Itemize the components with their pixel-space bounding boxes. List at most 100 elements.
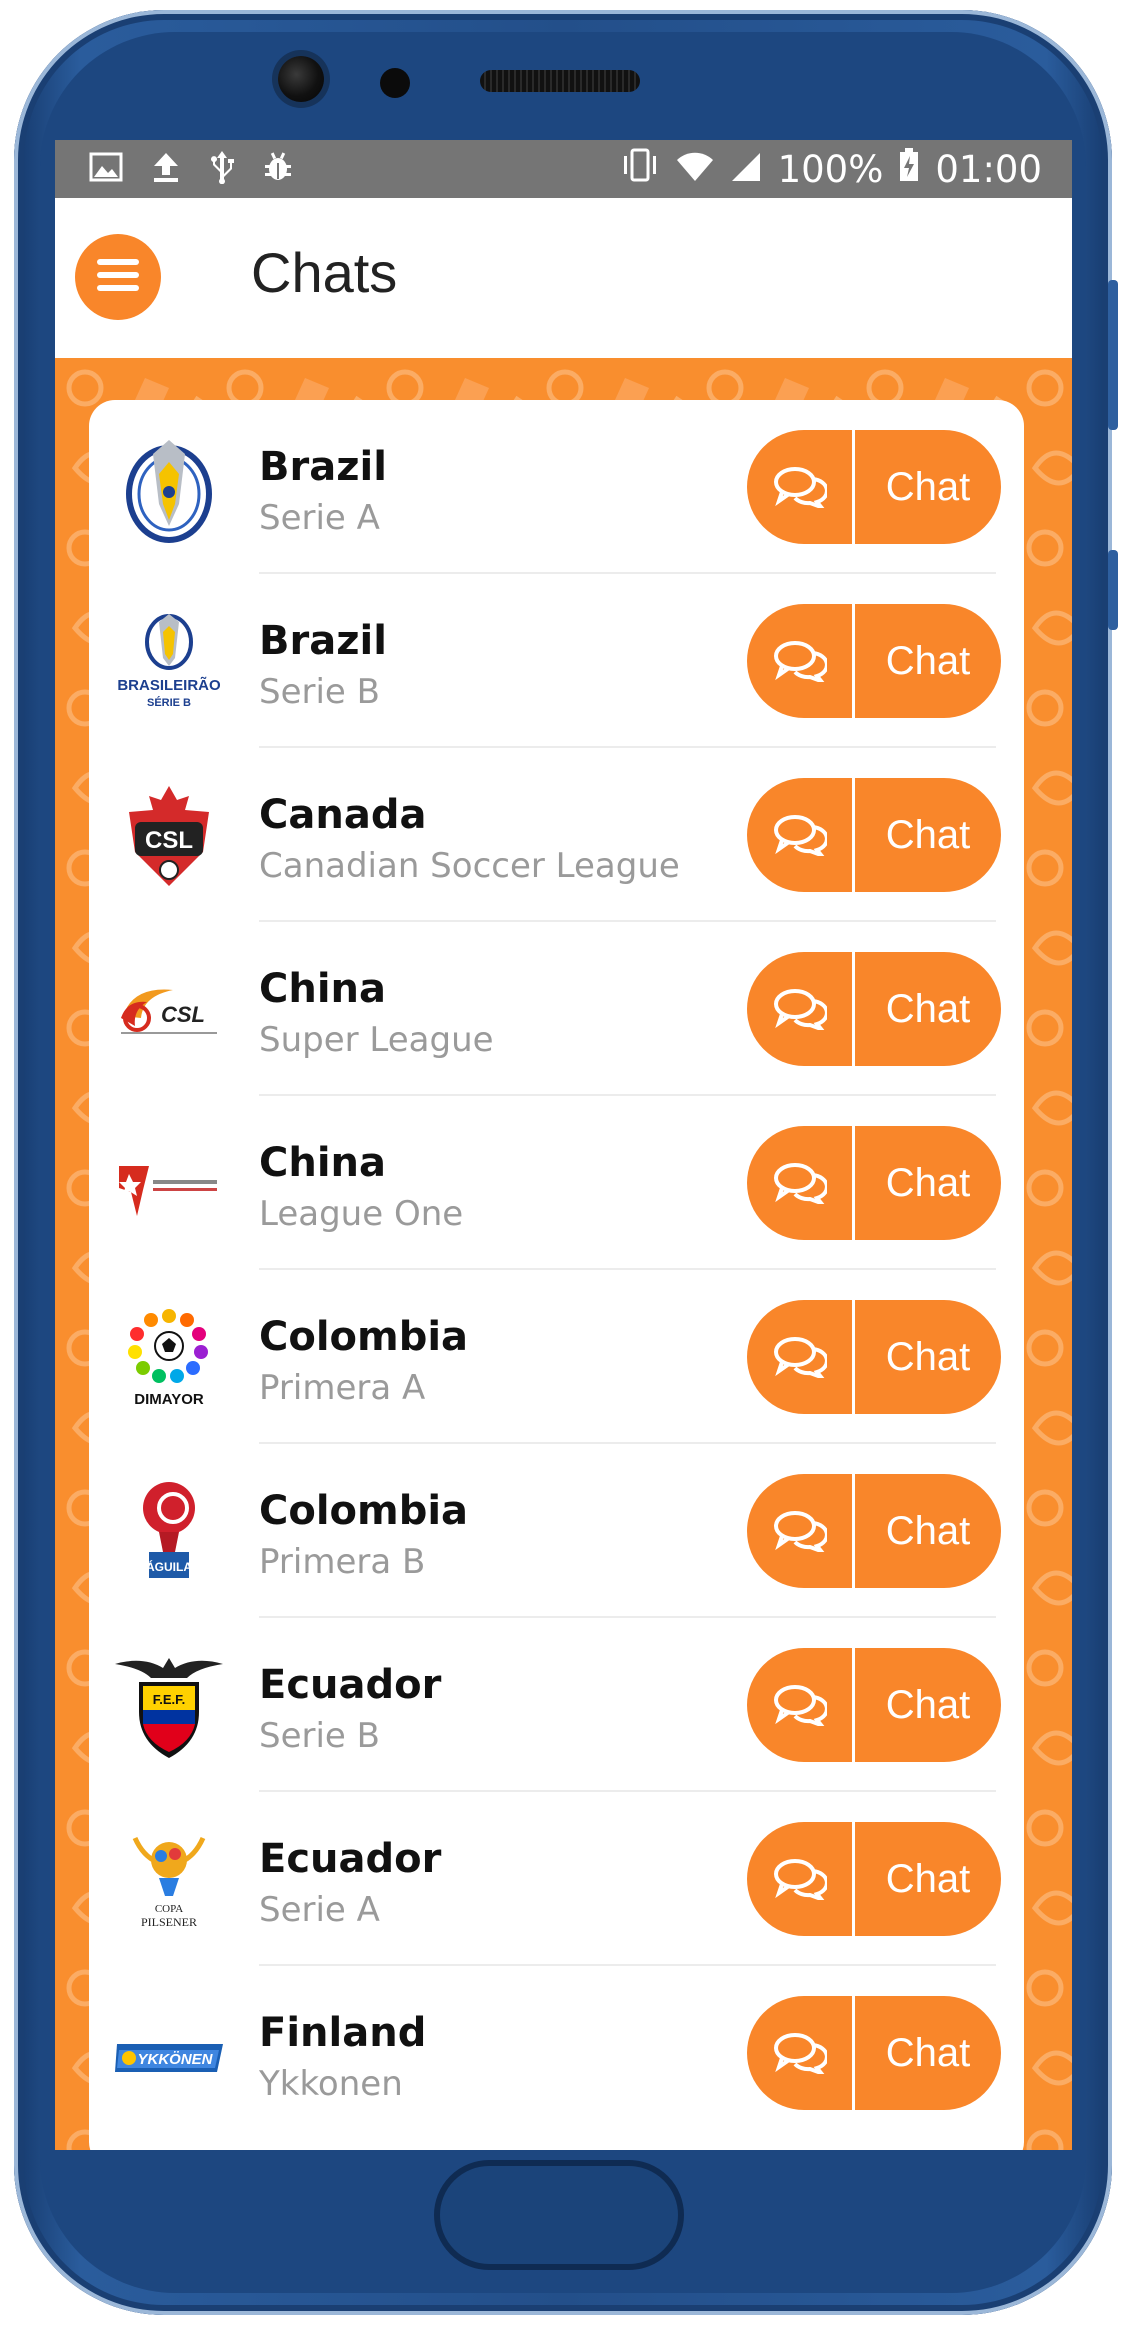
android-debug-icon: [263, 151, 293, 187]
wifi-icon: [676, 148, 714, 191]
chat-button[interactable]: Chat: [747, 430, 1001, 544]
league-name: League One: [259, 1194, 464, 1234]
image-icon: [89, 152, 123, 186]
list-item[interactable]: Brazil Serie A Chat: [89, 400, 1024, 574]
chat-button-label: Chat: [885, 1160, 971, 1205]
logo-subtext: SÉRIE B: [147, 696, 191, 709]
chat-button-label: Chat: [885, 812, 971, 857]
chat-button[interactable]: Chat: [747, 1822, 1001, 1936]
screen: 100% 01:00 Chats Brazil Serie A Chat BRA…: [55, 140, 1072, 2150]
chat-button[interactable]: Chat: [747, 604, 1001, 718]
list-item[interactable]: F.E.F. Ecuador Serie B Chat: [89, 1618, 1024, 1792]
csl-canada-logo: CSL: [129, 786, 209, 886]
league-name: Canadian Soccer League: [259, 846, 680, 886]
svg-text:PILSENER: PILSENER: [141, 1915, 197, 1929]
logo-text: CSL: [145, 827, 193, 854]
fef-ecuador-logo: F.E.F.: [115, 1658, 223, 1758]
chat-button-label: Chat: [885, 1856, 971, 1901]
chat-bubbles-icon: [747, 1300, 855, 1414]
list-item[interactable]: COPA PILSENER Ecuador Serie A Chat: [89, 1792, 1024, 1966]
brasileirao-serie-a-logo: [126, 440, 212, 543]
chat-button-label: Chat: [885, 1334, 971, 1379]
logo-text: YKKÖNEN: [137, 2051, 213, 2068]
league-name: Serie A: [259, 1890, 380, 1930]
chat-button-label: Chat: [885, 1508, 971, 1553]
menu-button[interactable]: [75, 234, 161, 320]
chat-bubbles-icon: [747, 778, 855, 892]
league-country: Ecuador: [259, 1836, 442, 1882]
power-button: [1108, 550, 1118, 630]
chat-button[interactable]: Chat: [747, 952, 1001, 1066]
front-camera: [278, 56, 324, 102]
chat-button-label: Chat: [885, 464, 971, 509]
chat-list-area: Brazil Serie A Chat BRASILEIRÃO SÉRIE B …: [55, 358, 1072, 2150]
league-country: Colombia: [259, 1314, 469, 1360]
league-name: Serie A: [259, 498, 380, 538]
ykkonen-logo: YKKÖNEN: [115, 2044, 223, 2072]
chat-bubbles-icon: [747, 952, 855, 1066]
logo-text: DIMAYOR: [134, 1391, 204, 1408]
chat-button[interactable]: Chat: [747, 1474, 1001, 1588]
chat-bubbles-icon: [747, 1474, 855, 1588]
usb-icon: [209, 150, 235, 188]
vibrate-icon: [620, 148, 660, 191]
battery-percent: 100%: [777, 147, 884, 191]
chat-button[interactable]: Chat: [747, 1996, 1001, 2110]
league-country: Brazil: [259, 618, 387, 664]
league-name: Ykkonen: [259, 2064, 403, 2104]
league-country: Finland: [259, 2010, 427, 2056]
chat-bubbles-icon: [747, 430, 855, 544]
status-bar: 100% 01:00: [55, 140, 1072, 198]
logo-text: F.E.F.: [153, 1692, 186, 1707]
league-name: Serie B: [259, 1716, 380, 1756]
league-country: Canada: [259, 792, 427, 838]
chat-button[interactable]: Chat: [747, 778, 1001, 892]
chat-bubbles-icon: [747, 604, 855, 718]
chat-bubbles-icon: [747, 1648, 855, 1762]
volume-button: [1108, 280, 1118, 430]
upload-icon: [151, 151, 181, 187]
brasileirao-serie-b-logo: BRASILEIRÃO SÉRIE B: [117, 614, 221, 709]
page-title: Chats: [251, 241, 398, 304]
league-country: China: [259, 966, 387, 1012]
chat-button-label: Chat: [885, 986, 971, 1031]
logo-text: BRASILEIRÃO: [117, 676, 221, 694]
league-country: Colombia: [259, 1488, 469, 1534]
league-name: Super League: [259, 1020, 494, 1060]
hamburger-icon: [97, 258, 139, 296]
league-list: Brazil Serie A Chat BRASILEIRÃO SÉRIE B …: [89, 400, 1024, 2150]
dimayor-logo: DIMAYOR: [128, 1309, 208, 1408]
chat-bubbles-icon: [747, 1996, 855, 2110]
home-button[interactable]: [434, 2160, 684, 2270]
logo-text: ÁGUILA: [146, 1559, 192, 1574]
list-item[interactable]: CSL China Super League Chat: [89, 922, 1024, 1096]
chat-button-label: Chat: [885, 2030, 971, 2075]
earpiece-speaker: [480, 70, 640, 92]
chat-bubbles-icon: [747, 1126, 855, 1240]
league-country: Ecuador: [259, 1662, 442, 1708]
svg-text:COPA: COPA: [155, 1903, 183, 1915]
list-item[interactable]: CSL Canada Canadian Soccer League Chat: [89, 748, 1024, 922]
logo-text: CSL: [161, 1002, 205, 1027]
chat-button[interactable]: Chat: [747, 1126, 1001, 1240]
league-name: Primera B: [259, 1542, 426, 1582]
chinese-super-league-logo: CSL: [121, 989, 217, 1034]
chat-button-label: Chat: [885, 1682, 971, 1727]
chat-button[interactable]: Chat: [747, 1300, 1001, 1414]
clock: 01:00: [935, 147, 1042, 191]
chat-bubbles-icon: [747, 1822, 855, 1936]
list-item[interactable]: BRASILEIRÃO SÉRIE B Brazil Serie B Chat: [89, 574, 1024, 748]
list-item[interactable]: DIMAYOR Colombia Primera A Chat: [89, 1270, 1024, 1444]
list-item[interactable]: YKKÖNEN Finland Ykkonen Chat: [89, 1966, 1024, 2140]
copa-pilsener-logo: COPA PILSENER: [132, 1836, 206, 1929]
chat-button-label: Chat: [885, 638, 971, 683]
list-item[interactable]: China League One Chat: [89, 1096, 1024, 1270]
signal-icon: [730, 148, 762, 191]
league-country: China: [259, 1140, 387, 1186]
battery-icon: [899, 147, 919, 191]
league-name: Primera A: [259, 1368, 426, 1408]
list-item[interactable]: ÁGUILA Colombia Primera B Chat: [89, 1444, 1024, 1618]
league-country: Brazil: [259, 444, 387, 490]
torneo-aguila-logo: ÁGUILA: [143, 1482, 195, 1578]
chat-button[interactable]: Chat: [747, 1648, 1001, 1762]
